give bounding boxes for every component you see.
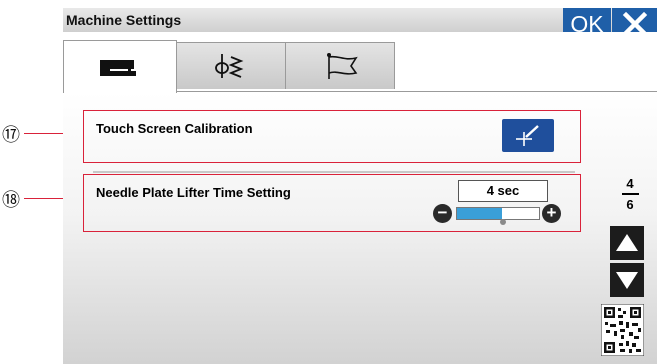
total-pages: 6 xyxy=(626,196,634,212)
qr-code-icon[interactable] xyxy=(601,304,644,356)
sewing-machine-icon xyxy=(100,60,136,76)
lifter-time-slider[interactable] xyxy=(456,207,540,220)
increase-time-button[interactable]: + xyxy=(542,204,561,223)
page-down-button[interactable] xyxy=(610,263,644,297)
touch-screen-calibration-label: Touch Screen Calibration xyxy=(96,121,253,136)
flag-icon xyxy=(327,53,358,79)
decrease-time-button[interactable]: − xyxy=(433,204,452,223)
current-page: 4 xyxy=(626,176,634,191)
tab-stitch-settings[interactable] xyxy=(176,42,286,89)
calibration-button[interactable] xyxy=(502,119,554,152)
slider-default-marker xyxy=(500,219,506,225)
plus-icon: + xyxy=(546,203,557,222)
settings-panel: Touch Screen Calibration Needle Plate Li… xyxy=(63,91,657,364)
callout-17: ⑰ xyxy=(2,125,20,146)
row-divider xyxy=(93,171,575,173)
minus-icon: − xyxy=(437,203,448,222)
page-indicator: 4 6 xyxy=(612,176,648,212)
page-up-button[interactable] xyxy=(610,226,644,260)
tab-language-settings[interactable] xyxy=(285,42,395,89)
lifter-time-value: 4 sec xyxy=(458,180,548,202)
needle-stitch-icon xyxy=(215,54,244,78)
calibration-crosshair-icon xyxy=(516,125,539,146)
tab-bar xyxy=(63,32,657,93)
lifter-time-slider-fill xyxy=(457,208,503,219)
window-title: Machine Settings xyxy=(66,12,182,28)
triangle-up-icon xyxy=(616,234,638,251)
machine-settings-screen: Machine Settings OK Touch Screen Calibra… xyxy=(63,0,657,364)
callout-18: ⑱ xyxy=(2,190,20,211)
tab-machine-settings[interactable] xyxy=(63,40,177,93)
triangle-down-icon xyxy=(616,272,638,289)
needle-plate-lifter-label: Needle Plate Lifter Time Setting xyxy=(96,185,291,200)
page-fraction-line xyxy=(621,193,639,195)
